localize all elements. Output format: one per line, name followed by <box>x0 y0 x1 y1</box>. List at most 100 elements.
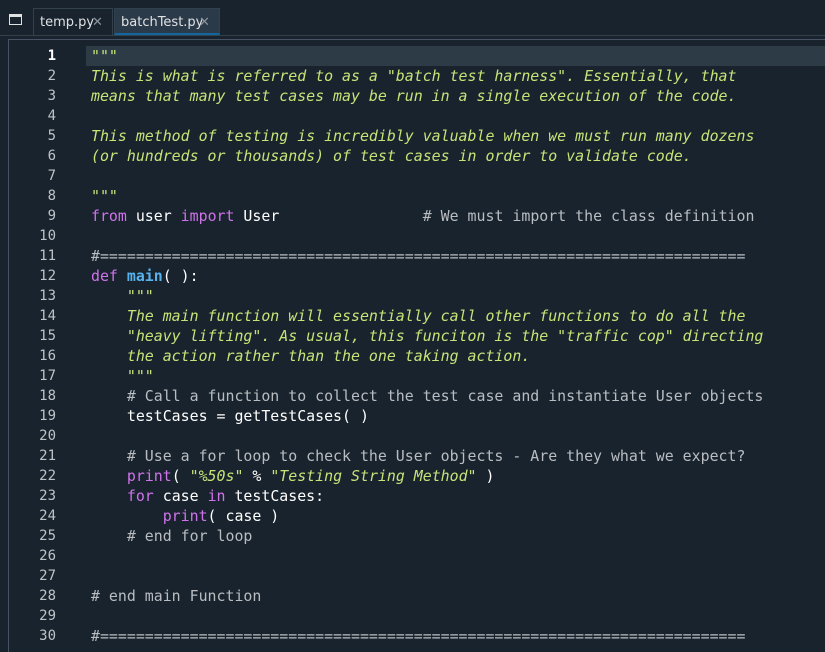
line-number: 4 <box>47 108 56 124</box>
code-token: User <box>234 207 423 225</box>
line-number: 1 <box>47 48 56 64</box>
line-number: 21 <box>39 448 56 464</box>
close-icon[interactable]: ✕ <box>199 9 210 36</box>
line-number: 5 <box>47 128 56 144</box>
line-number: 23 <box>39 488 56 504</box>
code-token: from <box>91 207 127 225</box>
code-token: ( <box>171 467 190 485</box>
line-number: 7 <box>47 168 56 184</box>
code-token: #=======================================… <box>91 627 746 645</box>
tab-temp-py[interactable]: temp.py ✕ <box>33 8 113 35</box>
code-token: This method of testing is incredibly val… <box>91 127 755 145</box>
code-token: "Testing String Method" <box>270 467 477 485</box>
code-token: user <box>126 207 181 225</box>
code-token: "heavy lifting". As usual, this funciton… <box>91 327 764 345</box>
code-token: print <box>91 467 172 485</box>
code-token: """ <box>91 367 154 385</box>
code-token: ( ): <box>162 267 199 285</box>
line-number: 15 <box>39 328 56 344</box>
code-token: for <box>91 487 154 505</box>
code-line[interactable]: # end main Function <box>91 586 261 606</box>
code-line[interactable]: def main( ): <box>91 266 199 286</box>
code-line[interactable]: from user import User # We must import t… <box>91 206 754 226</box>
line-number: 29 <box>39 608 56 624</box>
code-line[interactable]: the action rather than the one taking ac… <box>91 346 530 366</box>
code-token: % <box>243 467 271 485</box>
line-number: 13 <box>39 288 56 304</box>
line-number: 20 <box>39 428 56 444</box>
line-number: 6 <box>47 148 56 164</box>
code-token: #=======================================… <box>91 247 746 265</box>
code-token: testCases = getTestCases( ) <box>91 407 369 425</box>
tab-batchtest-py[interactable]: batchTest.py ✕ <box>114 8 220 35</box>
line-number: 27 <box>39 568 56 584</box>
code-token: # end main Function <box>91 587 262 605</box>
tab-bar-divider <box>0 35 825 36</box>
code-token: The main function will essentially call … <box>91 307 746 325</box>
code-token: means that many test cases may be run in… <box>91 87 737 105</box>
code-token: ) <box>476 467 495 485</box>
line-number: 14 <box>39 308 56 324</box>
code-token: # Call a function to collect the test ca… <box>91 387 764 405</box>
code-line[interactable]: # Use a for loop to check the User objec… <box>91 446 746 466</box>
line-number: 11 <box>39 248 56 264</box>
code-line[interactable]: """ <box>91 186 118 206</box>
line-number: 30 <box>39 628 56 644</box>
line-number: 2 <box>47 68 56 84</box>
code-token: def <box>91 267 118 285</box>
code-token: testCases: <box>225 487 325 505</box>
code-token: print <box>91 507 208 525</box>
line-number: 26 <box>39 548 56 564</box>
line-number: 24 <box>39 508 56 524</box>
line-number: 17 <box>39 368 56 384</box>
close-icon[interactable]: ✕ <box>92 9 103 36</box>
code-line[interactable]: print( case ) <box>91 506 280 526</box>
code-line[interactable]: #=======================================… <box>91 246 745 266</box>
code-token: This is what is referred to as a "batch … <box>91 67 737 85</box>
line-number: 8 <box>47 188 56 204</box>
code-line[interactable]: (or hundreds or thousands) of test cases… <box>91 146 692 166</box>
code-token: ( case ) <box>207 507 280 525</box>
code-token: "%50s" <box>189 467 244 485</box>
code-line[interactable]: """ <box>91 366 154 386</box>
line-number: 19 <box>39 408 56 424</box>
tab-label: batchTest.py <box>121 15 204 30</box>
code-line[interactable]: testCases = getTestCases( ) <box>91 406 369 426</box>
line-number: 25 <box>39 528 56 544</box>
code-token: """ <box>91 47 118 65</box>
code-token: """ <box>91 187 118 205</box>
code-line[interactable]: means that many test cases may be run in… <box>91 86 736 106</box>
code-line[interactable]: # Call a function to collect the test ca… <box>91 386 764 406</box>
code-line[interactable]: # end for loop <box>91 526 253 546</box>
code-token: # We must import the class definition <box>422 207 755 225</box>
code-line[interactable]: """ <box>91 46 118 66</box>
code-line[interactable]: print( "%50s" % "Testing String Method" … <box>91 466 495 486</box>
code-token: # Use a for loop to check the User objec… <box>91 447 746 465</box>
line-number: 18 <box>39 388 56 404</box>
line-number: 16 <box>39 348 56 364</box>
code-line[interactable]: #=======================================… <box>91 626 745 646</box>
code-line[interactable]: This is what is referred to as a "batch … <box>91 66 736 86</box>
code-token: # end for loop <box>91 527 253 545</box>
code-token: """ <box>91 287 154 305</box>
line-number: 3 <box>47 88 56 104</box>
line-number: 12 <box>39 268 56 284</box>
code-token: main <box>126 267 163 285</box>
code-line[interactable]: """ <box>91 286 154 306</box>
code-token: the action rather than the one taking ac… <box>91 347 531 365</box>
line-number: 22 <box>39 468 56 484</box>
code-token: (or hundreds or thousands) of test cases… <box>91 147 692 165</box>
tab-label: temp.py <box>40 15 95 30</box>
code-line[interactable]: This method of testing is incredibly val… <box>91 126 754 146</box>
current-line-highlight <box>86 46 825 66</box>
code-line[interactable]: The main function will essentially call … <box>91 306 746 326</box>
line-number: 28 <box>39 588 56 604</box>
browse-tabs-icon[interactable] <box>9 14 22 25</box>
code-line[interactable]: for case in testCases: <box>91 486 324 506</box>
code-line[interactable]: "heavy lifting". As usual, this funciton… <box>91 326 764 346</box>
line-number: 9 <box>47 208 56 224</box>
code-token: import <box>180 207 235 225</box>
code-token: in <box>207 487 226 505</box>
line-number: 10 <box>39 228 56 244</box>
